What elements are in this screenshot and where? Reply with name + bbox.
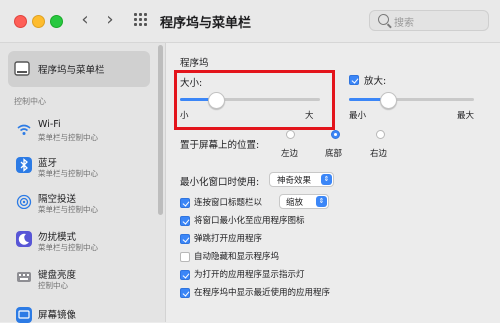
sidebar-item-label: 程序坞与菜单栏 [38, 65, 105, 76]
sidebar-item-sublabel: 菜单栏与控制中心 [38, 169, 98, 178]
double-click-title-bar-checkbox[interactable] [180, 198, 190, 208]
sidebar-item-label: 隔空投送 [38, 194, 77, 205]
show-recent-apps-label: 在程序坞中显示最近使用的应用程序 [194, 288, 331, 298]
position-left-radio[interactable] [286, 130, 295, 139]
sidebar-item-label: 屏幕镜像 [38, 310, 77, 321]
minimize-effect-popup[interactable]: 神奇效果 ⇕ [269, 172, 334, 187]
sidebar-item-label: Wi-Fi [38, 119, 61, 130]
bluetooth-icon [16, 157, 32, 173]
show-indicators-label: 为打开的应用程序显示指示灯 [194, 270, 305, 280]
forward-button[interactable]: › [100, 10, 120, 30]
dock-icon [14, 61, 30, 76]
auto-hide-dock-label: 自动隐藏和显示程序坞 [194, 252, 280, 262]
double-click-title-bar-label: 连按窗口标题栏以 [194, 198, 263, 208]
window-title: 程序坞与菜单栏 [160, 16, 252, 31]
double-click-action-popup[interactable]: 缩放 ⇕ [279, 194, 329, 209]
magnification-checkbox[interactable] [349, 75, 359, 85]
sidebar-item-sublabel: 菜单栏与控制中心 [38, 243, 98, 252]
sidebar-item-sublabel: 菜单栏与控制中心 [38, 205, 98, 214]
section-title: 程序坞 [180, 58, 209, 69]
position-bottom-radio[interactable] [331, 130, 340, 139]
sidebar-item-label: 键盘亮度 [38, 270, 77, 281]
back-button[interactable]: ‹ [75, 10, 95, 30]
animate-opening-apps-checkbox[interactable] [180, 234, 190, 244]
double-click-action-value: 缩放 [286, 198, 304, 208]
animate-opening-apps-label: 弹跳打开应用程序 [194, 234, 263, 244]
minimize-effect-label: 最小化窗口时使用: [180, 177, 260, 188]
search-input[interactable]: 搜索 [369, 10, 489, 31]
magnification-slider[interactable] [349, 92, 479, 109]
search-icon [378, 14, 389, 25]
minimize-effect-value: 神奇效果 [277, 176, 312, 186]
sidebar-item-keyboard-brightness[interactable]: 键盘亮度 控制中心 [8, 264, 153, 292]
sidebar-item-sublabel: 控制中心 [38, 281, 68, 290]
magnification-label: 放大: [364, 76, 387, 87]
sidebar-item-screen-mirroring[interactable]: 屏幕镜像 [8, 302, 153, 323]
moon-icon [16, 231, 32, 247]
keyboard-brightness-icon [17, 272, 31, 282]
show-indicators-checkbox[interactable] [180, 270, 190, 280]
magnification-slider-knob[interactable] [380, 92, 397, 109]
auto-hide-dock-checkbox[interactable] [180, 252, 190, 262]
sidebar-item-label: 勿扰模式 [38, 232, 77, 243]
magnification-min-label: 最小 [349, 111, 367, 121]
sidebar: 程序坞与菜单栏 控制中心 Wi-Fi 菜单栏与控制中心 蓝牙 菜单栏与控制中心 … [0, 43, 166, 323]
close-window-button[interactable] [14, 15, 27, 28]
chevron-right-icon: › [106, 9, 114, 30]
position-label: 置于屏幕上的位置: [180, 140, 260, 151]
wifi-icon [17, 124, 31, 135]
zoom-window-button[interactable] [50, 15, 63, 28]
screen-mirroring-icon [16, 307, 32, 323]
sidebar-item-label: 蓝牙 [38, 158, 58, 169]
sidebar-section-header: 控制中心 [14, 97, 46, 106]
sidebar-item-sublabel: 菜单栏与控制中心 [38, 133, 98, 142]
position-left-label: 左边 [281, 149, 299, 159]
position-right-radio[interactable] [376, 130, 385, 139]
highlight-annotation [174, 70, 335, 130]
sidebar-item-do-not-disturb[interactable]: 勿扰模式 菜单栏与控制中心 [8, 226, 153, 254]
minimize-to-app-icon-label: 将窗口最小化至应用程序图标 [194, 216, 305, 226]
position-bottom-label: 底部 [325, 149, 343, 159]
position-right-label: 右边 [370, 149, 388, 159]
chevron-up-down-icon: ⇕ [321, 174, 332, 185]
sidebar-item-bluetooth[interactable]: 蓝牙 菜单栏与控制中心 [8, 152, 153, 180]
show-recent-apps-checkbox[interactable] [180, 288, 190, 298]
settings-content: 程序坞 大小: 小 大 放大: 最小 最大 置于屏幕上的位置: 左边 底部 右边… [166, 43, 500, 322]
sidebar-scrollbar[interactable] [158, 45, 163, 215]
title-bar: ‹ › 程序坞与菜单栏 搜索 [0, 0, 500, 43]
minimize-window-button[interactable] [32, 15, 45, 28]
sidebar-item-dock-and-menu-bar[interactable]: 程序坞与菜单栏 [8, 51, 150, 87]
airdrop-icon [16, 194, 32, 209]
chevron-up-down-icon: ⇕ [316, 196, 327, 207]
minimize-to-app-icon-checkbox[interactable] [180, 216, 190, 226]
sidebar-item-airdrop[interactable]: 隔空投送 菜单栏与控制中心 [8, 188, 153, 216]
show-all-grid-icon[interactable] [134, 13, 148, 27]
chevron-left-icon: ‹ [81, 9, 89, 30]
magnification-max-label: 最大 [457, 111, 475, 121]
search-placeholder: 搜索 [394, 18, 414, 29]
sidebar-item-wifi[interactable]: Wi-Fi 菜单栏与控制中心 [8, 116, 153, 144]
